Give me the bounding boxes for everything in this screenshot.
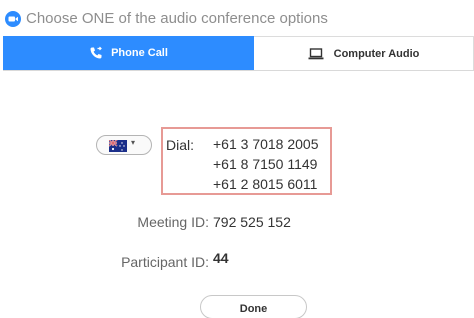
dial-number-list: +61 3 7018 2005 +61 8 7150 1149 +61 2 80… — [213, 134, 319, 194]
dial-number: +61 3 7018 2005 — [213, 136, 319, 152]
audio-options-dialog: Choose ONE of the audio conference optio… — [0, 0, 474, 318]
dialog-title: Choose ONE of the audio conference optio… — [26, 10, 328, 27]
tab-phone-call[interactable]: Phone Call — [3, 36, 254, 70]
phone-icon — [90, 46, 102, 59]
tab-computer-audio-label: Computer Audio — [333, 47, 420, 60]
tab-phone-call-label: Phone Call — [111, 47, 168, 59]
tab-computer-audio[interactable]: Computer Audio — [254, 36, 474, 70]
laptop-icon — [308, 47, 324, 59]
meeting-id-value: 792 525 152 — [213, 214, 291, 230]
chevron-down-icon: ▾ — [131, 138, 136, 147]
participant-id-label: Participant ID: — [121, 254, 209, 270]
audio-tabs: Phone Call Computer Audio — [3, 36, 474, 71]
done-button[interactable]: Done — [200, 295, 307, 318]
country-select[interactable]: ▾ — [96, 135, 152, 155]
dial-number: +61 2 8015 6011 — [213, 176, 318, 192]
dial-label: Dial: — [166, 137, 195, 153]
dial-number: +61 8 7150 1149 — [213, 156, 318, 172]
title-bar: Choose ONE of the audio conference optio… — [0, 0, 474, 36]
participant-id-value: 44 — [213, 250, 229, 266]
zoom-logo-icon — [5, 11, 21, 27]
meeting-id-label: Meeting ID: — [137, 214, 209, 230]
australia-flag-icon — [109, 140, 127, 152]
